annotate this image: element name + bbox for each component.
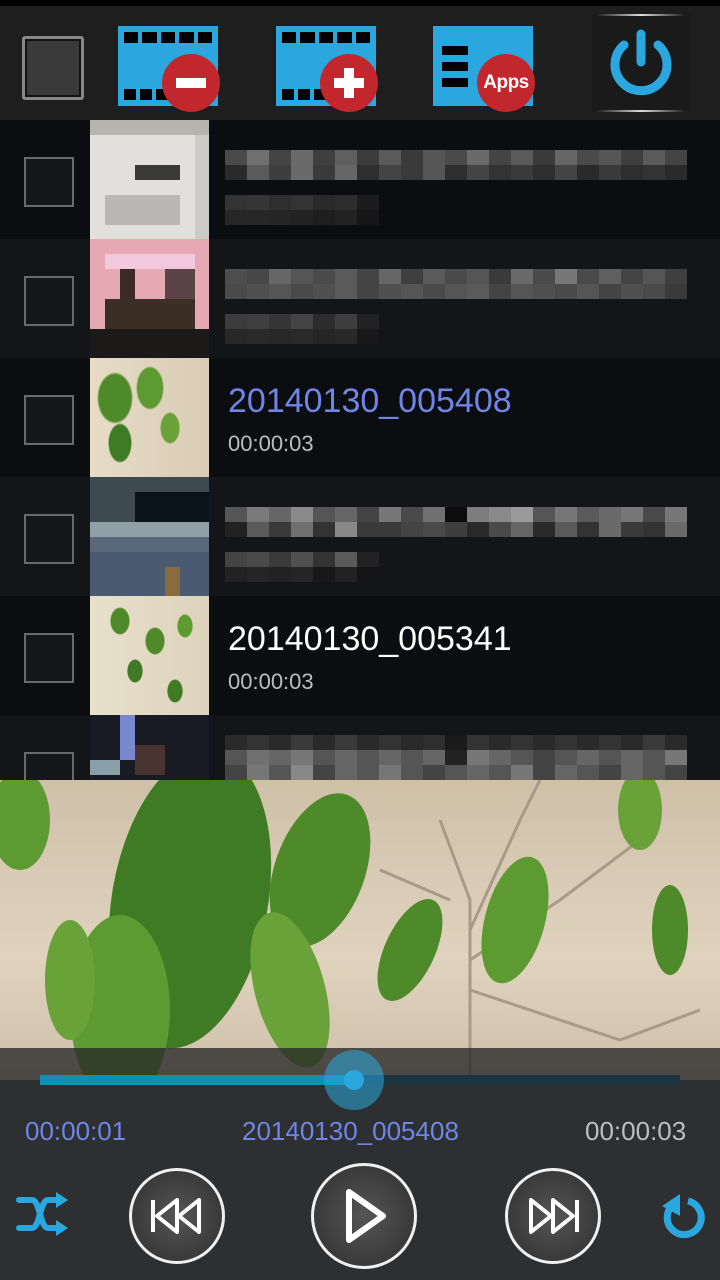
apps-badge: Apps — [477, 54, 535, 112]
video-thumbnail — [90, 239, 209, 358]
now-playing-title: 20140130_005408 — [242, 1116, 459, 1146]
current-time: 00:00:01 — [25, 1116, 127, 1146]
item-checkbox[interactable] — [24, 395, 74, 445]
remove-video-button[interactable] — [118, 6, 228, 120]
add-video-button[interactable] — [276, 6, 386, 120]
skip-next-icon — [529, 1198, 579, 1234]
seek-thumb[interactable] — [323, 1050, 384, 1110]
item-checkbox[interactable] — [24, 276, 74, 326]
playlist-item[interactable]: 20140130_005341 00:00:03 — [0, 596, 720, 717]
shuffle-icon — [16, 1192, 68, 1236]
video-thumbnail — [90, 358, 209, 477]
video-thumbnail — [90, 596, 209, 715]
video-frame — [0, 780, 701, 1080]
power-button[interactable] — [592, 14, 690, 112]
next-button[interactable] — [505, 1168, 601, 1264]
previous-button[interactable] — [129, 1168, 225, 1264]
seek-progress — [40, 1075, 354, 1085]
playlist-item[interactable] — [0, 120, 720, 241]
item-checkbox[interactable] — [24, 157, 74, 207]
video-thumbnail — [90, 477, 209, 596]
repeat-button[interactable] — [658, 1192, 708, 1242]
playlist-item-active[interactable]: 20140130_005408 00:00:03 — [0, 358, 720, 479]
plus-icon — [320, 54, 378, 112]
playlist-item[interactable] — [0, 715, 720, 780]
video-title: 20140130_005341 — [228, 620, 512, 658]
skip-previous-icon — [151, 1198, 201, 1234]
power-icon — [610, 29, 672, 96]
video-thumbnail — [90, 715, 209, 780]
video-duration: 00:00:03 — [228, 669, 314, 694]
item-checkbox[interactable] — [24, 633, 74, 683]
shuffle-button[interactable] — [14, 1192, 70, 1236]
playlist-item[interactable] — [0, 239, 720, 360]
video-thumbnail — [90, 120, 209, 239]
playlist-item[interactable] — [0, 477, 720, 598]
playlist: 20140130_005408 00:00:03 20140130_005341… — [0, 120, 720, 780]
video-title: 20140130_005408 — [228, 382, 512, 420]
select-all-checkbox[interactable] — [22, 36, 84, 100]
item-checkbox[interactable] — [24, 752, 74, 780]
video-duration: 00:00:03 — [228, 431, 314, 456]
minus-icon — [162, 54, 220, 112]
apps-button[interactable]: Apps — [433, 6, 543, 120]
total-time: 00:00:03 — [585, 1116, 687, 1146]
item-checkbox[interactable] — [24, 514, 74, 564]
play-button[interactable] — [311, 1163, 417, 1269]
video-preview[interactable] — [0, 780, 720, 1080]
play-icon — [346, 1189, 386, 1243]
repeat-icon — [662, 1194, 705, 1239]
toolbar: Apps — [0, 6, 720, 120]
